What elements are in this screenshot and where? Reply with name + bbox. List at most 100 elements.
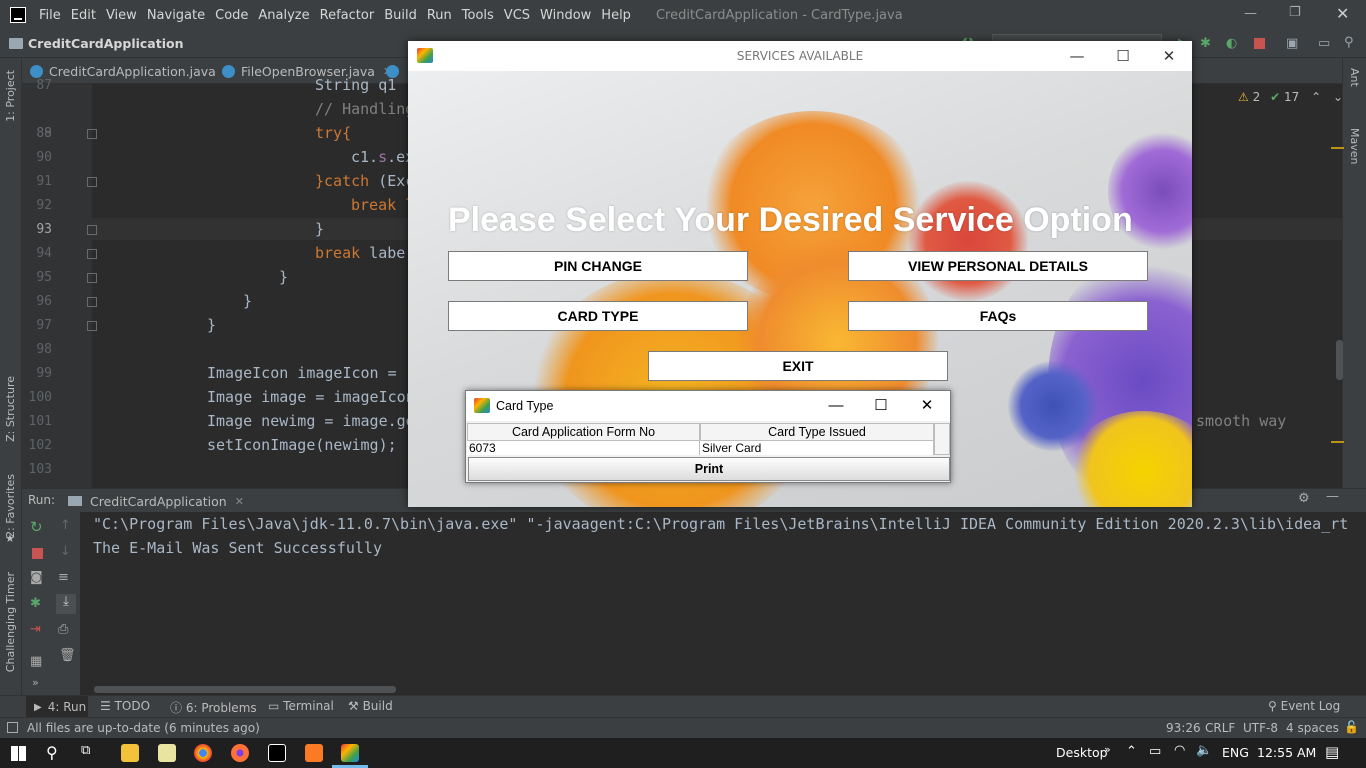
lock-icon[interactable]: 🔓 [1344,720,1359,734]
menu-build[interactable]: Build [384,8,417,23]
maximize-icon[interactable]: ☐ [858,391,904,421]
chevron-up-icon[interactable]: ⌃ [1311,90,1321,104]
file-explorer-icon[interactable] [121,744,139,762]
error-stripe-mark[interactable] [1331,441,1344,443]
table-header-card-type[interactable]: Card Type Issued [700,423,934,441]
menu-navigate[interactable]: Navigate [147,8,205,23]
view-personal-details-button[interactable]: VIEW PERSONAL DETAILS [848,251,1148,281]
fold-marker-icon[interactable] [87,129,97,139]
status-square-icon[interactable] [7,722,18,733]
console-hscrollbar[interactable] [94,686,396,693]
windows-start-icon[interactable] [11,746,26,761]
fold-marker-icon[interactable] [87,297,97,307]
error-stripe-mark[interactable] [1331,147,1344,149]
volume-icon[interactable]: 🔈 [1196,743,1212,758]
run-tool-tab[interactable]: ▶ 4: Run [26,696,88,718]
table-header-form-no[interactable]: Card Application Form No [467,423,700,441]
xampp-icon[interactable] [305,744,323,762]
arrow-up-icon[interactable]: ↑ [60,518,71,533]
structure-tool-tab[interactable]: Z: Structure [4,376,17,442]
desktop-toolbar[interactable]: Desktop [1056,745,1108,760]
expand-icon[interactable]: » [32,676,39,689]
restore-icon[interactable]: ❐ [1289,5,1301,20]
language-indicator[interactable]: ENG [1222,745,1249,760]
print-icon[interactable]: ⎙ [58,622,68,637]
layout-icon[interactable]: ▭ [1318,36,1330,51]
menu-refactor[interactable]: Refactor [320,8,375,23]
build-tool-tab[interactable]: ⚒ Build [348,699,393,713]
intellij-taskbar-icon[interactable] [268,744,286,762]
menu-view[interactable]: View [106,8,137,23]
run-tab[interactable]: CreditCardApplication ✕ [68,491,244,511]
fold-marker-icon[interactable] [87,177,97,187]
breadcrumb-project[interactable]: CreditCardApplication [28,36,183,51]
caret-position[interactable]: 93:26 [1166,721,1201,735]
minimize-icon[interactable]: — [813,391,859,421]
maven-tool-tab[interactable]: Maven [1348,128,1361,164]
menu-run[interactable]: Run [427,8,452,23]
pin-change-button[interactable]: PIN CHANGE [448,251,748,281]
camera-icon[interactable]: ◙ [30,570,43,585]
services-titlebar[interactable]: SERVICES AVAILABLE — ☐ ✕ [408,41,1192,71]
trash-icon[interactable]: 🗑 [59,648,76,663]
card-type-titlebar[interactable]: Card Type — ☐ ✕ [466,391,950,421]
menu-window[interactable]: Window [540,8,591,23]
close-icon[interactable]: ✕ [904,391,950,421]
fold-marker-icon[interactable] [87,249,97,259]
battery-icon[interactable]: ▭ [1149,744,1161,759]
notes-app-icon[interactable] [158,744,176,762]
indent-setting[interactable]: 4 spaces [1286,721,1339,735]
editor-scrollbar-thumb[interactable] [1336,340,1343,380]
stop-icon[interactable] [1254,38,1265,49]
tab-close-icon[interactable]: ✕ [235,495,244,508]
minimize-icon[interactable]: — [1054,41,1100,71]
intellij-logo-icon[interactable] [10,7,26,23]
exit-icon[interactable]: ⇥ [30,622,41,637]
project-tool-tab[interactable]: 1: Project [4,70,17,122]
event-log-tool-tab[interactable]: ⚲ Event Log [1268,699,1340,713]
tray-chevron-up-icon[interactable]: ⌃ [1126,744,1137,759]
close-icon[interactable]: ✕ [1146,41,1192,71]
fold-marker-icon[interactable] [87,225,97,235]
close-icon[interactable]: ✕ [1336,4,1349,23]
stop-icon[interactable] [32,548,43,559]
wifi-icon[interactable]: ◠ [1174,743,1185,758]
exit-button[interactable]: EXIT [648,351,948,381]
scroll-to-end-icon[interactable]: ⤓ [56,594,76,614]
menu-file[interactable]: File [39,8,61,23]
maximize-icon[interactable]: ☐ [1100,41,1146,71]
table-row[interactable]: 6073 Silver Card [467,441,934,455]
project-structure-icon[interactable]: ▣ [1286,36,1298,51]
file-encoding[interactable]: UTF-8 [1243,721,1278,735]
desktop-expand-icon[interactable]: » [1104,743,1111,756]
ant-tool-tab[interactable]: Ant [1348,68,1361,87]
menu-help[interactable]: Help [601,8,631,23]
debug-bug-icon[interactable]: ✱ [30,596,41,611]
menu-edit[interactable]: Edit [71,8,96,23]
chrome-icon[interactable] [194,744,212,762]
todo-tool-tab[interactable]: ☰ TODO [100,699,150,713]
firefox-icon[interactable] [231,744,249,762]
menu-vcs[interactable]: VCS [504,8,530,23]
layout-icon[interactable]: ▦ [30,654,42,669]
clock[interactable]: 12:55 AM [1257,745,1316,760]
debug-icon[interactable]: ✱ [1200,36,1211,51]
run-console[interactable]: "C:\Program Files\Java\jdk-11.0.7\bin\ja… [80,512,1366,695]
menu-tools[interactable]: Tools [462,8,494,23]
rerun-icon[interactable]: ↻ [30,518,43,536]
java-app-taskbar-icon[interactable] [341,744,359,762]
fold-marker-icon[interactable] [87,273,97,283]
line-separator[interactable]: CRLF [1205,721,1235,735]
coverage-icon[interactable]: ◐ [1226,36,1237,51]
settings-gear-icon[interactable]: ⚙ [1298,491,1310,506]
fold-marker-icon[interactable] [87,321,97,331]
challenging-timer-tab[interactable]: Challenging Timer [4,572,17,672]
search-everywhere-icon[interactable]: ⚲ [1344,35,1354,50]
menu-analyze[interactable]: Analyze [258,8,309,23]
inspection-widget[interactable]: ⚠ 2 ✔ 17 ⌃ ⌄ [1238,90,1343,104]
card-type-button[interactable]: CARD TYPE [448,301,748,331]
notification-center-icon[interactable]: ▤ [1325,743,1339,761]
tab-creditcardapplication[interactable]: CreditCardApplication.java ✕ [30,58,233,84]
task-view-icon[interactable]: ⧉ [81,743,90,758]
favorites-tool-tab[interactable]: 2: Favorites [4,474,17,538]
